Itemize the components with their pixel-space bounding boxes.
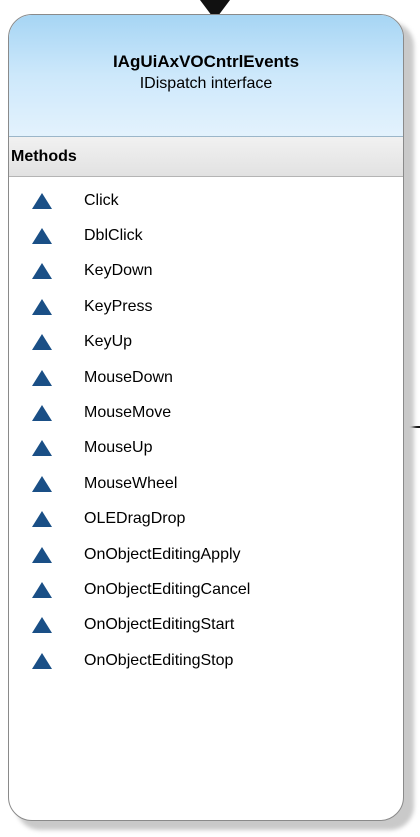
method-item[interactable]: OnObjectEditingStart xyxy=(9,608,403,643)
class-box[interactable]: IAgUiAxVOCntrlEvents IDispatch interface… xyxy=(8,14,404,821)
method-triangle-icon xyxy=(32,511,52,528)
method-triangle-icon xyxy=(32,405,52,422)
method-name: OnObjectEditingStart xyxy=(84,616,235,634)
methods-section-header[interactable]: Methods xyxy=(9,137,403,177)
method-item[interactable]: OLEDragDrop xyxy=(9,502,403,537)
method-item[interactable]: DblClick xyxy=(9,218,403,253)
method-name: Click xyxy=(84,191,119,209)
method-item[interactable]: KeyUp xyxy=(9,325,403,360)
class-subtitle: IDispatch interface xyxy=(139,74,273,92)
class-header: IAgUiAxVOCntrlEvents IDispatch interface xyxy=(9,15,403,137)
method-triangle-icon xyxy=(32,546,52,563)
method-triangle-icon xyxy=(32,369,52,386)
method-name: KeyUp xyxy=(84,333,133,351)
method-name: OnObjectEditingCancel xyxy=(84,580,251,598)
methods-section-label: Methods xyxy=(11,147,77,165)
method-item[interactable]: MouseMove xyxy=(9,395,403,430)
method-name: MouseWheel xyxy=(84,474,178,492)
method-item[interactable]: OnObjectEditingCancel xyxy=(9,572,403,607)
method-name: MouseMove xyxy=(84,404,172,422)
method-triangle-icon xyxy=(32,228,52,245)
method-item[interactable]: OnObjectEditingApply xyxy=(9,537,403,572)
method-triangle-icon xyxy=(32,652,52,669)
method-name: OLEDragDrop xyxy=(84,510,186,528)
method-triangle-icon xyxy=(32,334,52,351)
method-item[interactable]: OnObjectEditingStop xyxy=(9,643,403,678)
method-name: MouseDown xyxy=(84,368,173,386)
method-item[interactable]: KeyDown xyxy=(9,254,403,289)
method-triangle-icon xyxy=(32,263,52,280)
method-triangle-icon xyxy=(32,440,52,457)
method-item[interactable]: Click xyxy=(9,183,403,218)
method-triangle-icon xyxy=(32,581,52,598)
method-name: OnObjectEditingApply xyxy=(84,545,241,563)
method-triangle-icon xyxy=(32,298,52,315)
method-triangle-icon xyxy=(32,617,52,634)
class-title: IAgUiAxVOCntrlEvents xyxy=(112,51,300,71)
method-name: KeyDown xyxy=(84,262,153,280)
method-triangle-icon xyxy=(32,192,52,209)
diagram-canvas: IAgUiAxVOCntrlEvents IDispatch interface… xyxy=(0,0,420,837)
method-item[interactable]: MouseDown xyxy=(9,360,403,395)
method-name: OnObjectEditingStop xyxy=(84,651,234,669)
method-triangle-icon xyxy=(32,475,52,492)
method-item[interactable]: MouseUp xyxy=(9,431,403,466)
method-name: KeyPress xyxy=(84,297,153,315)
methods-list: Click DblClick KeyDown KeyPress KeyUp MouseDo… xyxy=(9,183,403,678)
method-item[interactable]: MouseWheel xyxy=(9,466,403,501)
method-name: DblClick xyxy=(84,227,143,245)
method-item[interactable]: KeyPress xyxy=(9,289,403,324)
method-name: MouseUp xyxy=(84,439,153,457)
